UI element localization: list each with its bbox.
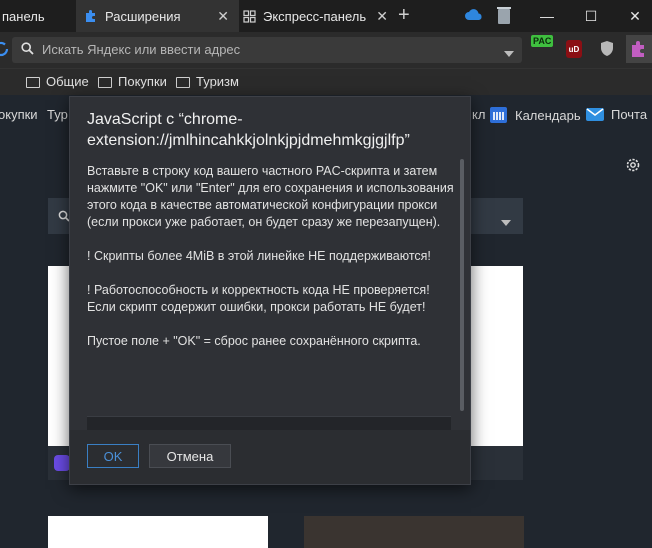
express-link-shopping[interactable]: окупки [0, 107, 38, 122]
close-icon[interactable]: ✕ [376, 8, 388, 25]
bookmark-folder-tourism[interactable]: Туризм [176, 74, 239, 89]
bookmarks-bar: Общие Покупки Туризм [0, 68, 652, 95]
dialog-scrollbar[interactable] [460, 159, 464, 411]
folder-icon [98, 77, 112, 88]
bookmark-label: Покупки [118, 74, 167, 89]
trash-icon[interactable] [496, 5, 512, 30]
grid-icon [243, 9, 256, 23]
search-icon [21, 42, 34, 60]
express-link-tourism[interactable]: Тур [47, 107, 68, 122]
dialog-line: Пустое поле + "OK" = сброс ранее сохранё… [87, 334, 421, 348]
express-link-label: Календарь [515, 107, 581, 123]
chevron-down-icon[interactable] [501, 213, 511, 231]
bookmark-label: Туризм [196, 74, 239, 89]
dialog-line-gap [87, 265, 455, 282]
new-tab-plus-icon[interactable]: + [398, 4, 410, 27]
dialog-line: ! Скрипты более 4MiB в этой линейке НЕ п… [87, 249, 431, 263]
pac-extension-icon[interactable]: PAC [531, 35, 553, 63]
folder-icon [176, 77, 190, 88]
bookmark-folder-shopping[interactable]: Покупки [98, 74, 167, 89]
pac-label: PAC [531, 35, 553, 47]
ublock-icon[interactable]: uD [566, 40, 582, 58]
dialog-line: Вставьте в строку код вашего частного PA… [87, 164, 454, 195]
tab-label: Экспресс-панель [263, 8, 367, 24]
close-window-icon[interactable]: ✕ [620, 4, 650, 28]
address-placeholder: Искать Яндекс или ввести адрес [42, 42, 241, 57]
express-link-label: окупки [0, 107, 38, 122]
mastodon-icon [54, 455, 70, 471]
address-input[interactable]: Искать Яндекс или ввести адрес [12, 37, 522, 63]
express-tile[interactable] [48, 516, 268, 548]
bookmark-label: Общие [46, 74, 89, 89]
express-tile[interactable] [304, 516, 524, 548]
shield-icon[interactable] [599, 40, 615, 62]
dialog-line-gap [87, 316, 455, 333]
address-bar-row: Искать Яндекс или ввести адрес PAC uD [0, 32, 652, 68]
express-link-partial[interactable]: кл [472, 107, 485, 122]
extensions-puzzle-icon[interactable] [626, 35, 652, 63]
dialog-line: этого кода в качестве автоматической кон… [87, 198, 438, 212]
ublock-label: uD [568, 44, 580, 54]
dialog-message: Вставьте в строку код вашего частного PA… [87, 163, 455, 350]
cloud-sync-icon[interactable] [464, 6, 484, 29]
bookmark-folder-general[interactable]: Общие [26, 74, 89, 89]
close-icon[interactable]: ✕ [217, 8, 229, 25]
express-link-calendar[interactable]: Календарь [490, 107, 581, 123]
folder-icon [26, 77, 40, 88]
reload-icon[interactable] [0, 40, 10, 63]
dialog-title: JavaScript с “chrome-extension://jmlhinc… [87, 111, 410, 149]
tab-label: панель [2, 8, 45, 24]
dialog-line-gap [87, 231, 455, 248]
dialog-footer: OK Отмена [70, 430, 470, 484]
express-link-label: Почта [611, 107, 648, 122]
express-link-mail[interactable]: Почта [586, 107, 647, 122]
mail-icon [586, 108, 604, 121]
dialog-line: Если скрипт содержит ошибки, прокси рабо… [87, 300, 426, 314]
pac-script-input[interactable] [87, 416, 451, 431]
ok-button[interactable]: OK [87, 444, 139, 468]
tab-label: Расширения [105, 8, 181, 24]
javascript-prompt-dialog: JavaScript с “chrome-extension://jmlhinc… [69, 96, 471, 485]
tab-strip: панель Расширения ✕ Экспресс-панель ✕ + … [0, 0, 652, 32]
tab-express-panel[interactable]: Экспресс-панель ✕ [235, 0, 398, 32]
dialog-line: ! Работоспособность и корректность кода … [87, 283, 430, 297]
calendar-icon [490, 107, 507, 123]
minimize-icon[interactable]: — [532, 4, 562, 28]
cancel-button[interactable]: Отмена [149, 444, 231, 468]
dialog-line: (если прокси уже работает, он будет сраз… [87, 215, 441, 229]
maximize-icon[interactable]: ☐ [576, 4, 606, 28]
express-link-label: Тур [47, 107, 68, 122]
tab-panel[interactable]: панель [0, 0, 74, 32]
chevron-down-icon[interactable] [504, 45, 514, 63]
puzzle-icon [84, 9, 98, 23]
settings-gear-icon[interactable] [625, 157, 641, 178]
express-link-label: кл [472, 107, 486, 122]
tab-extensions[interactable]: Расширения ✕ [76, 0, 239, 32]
